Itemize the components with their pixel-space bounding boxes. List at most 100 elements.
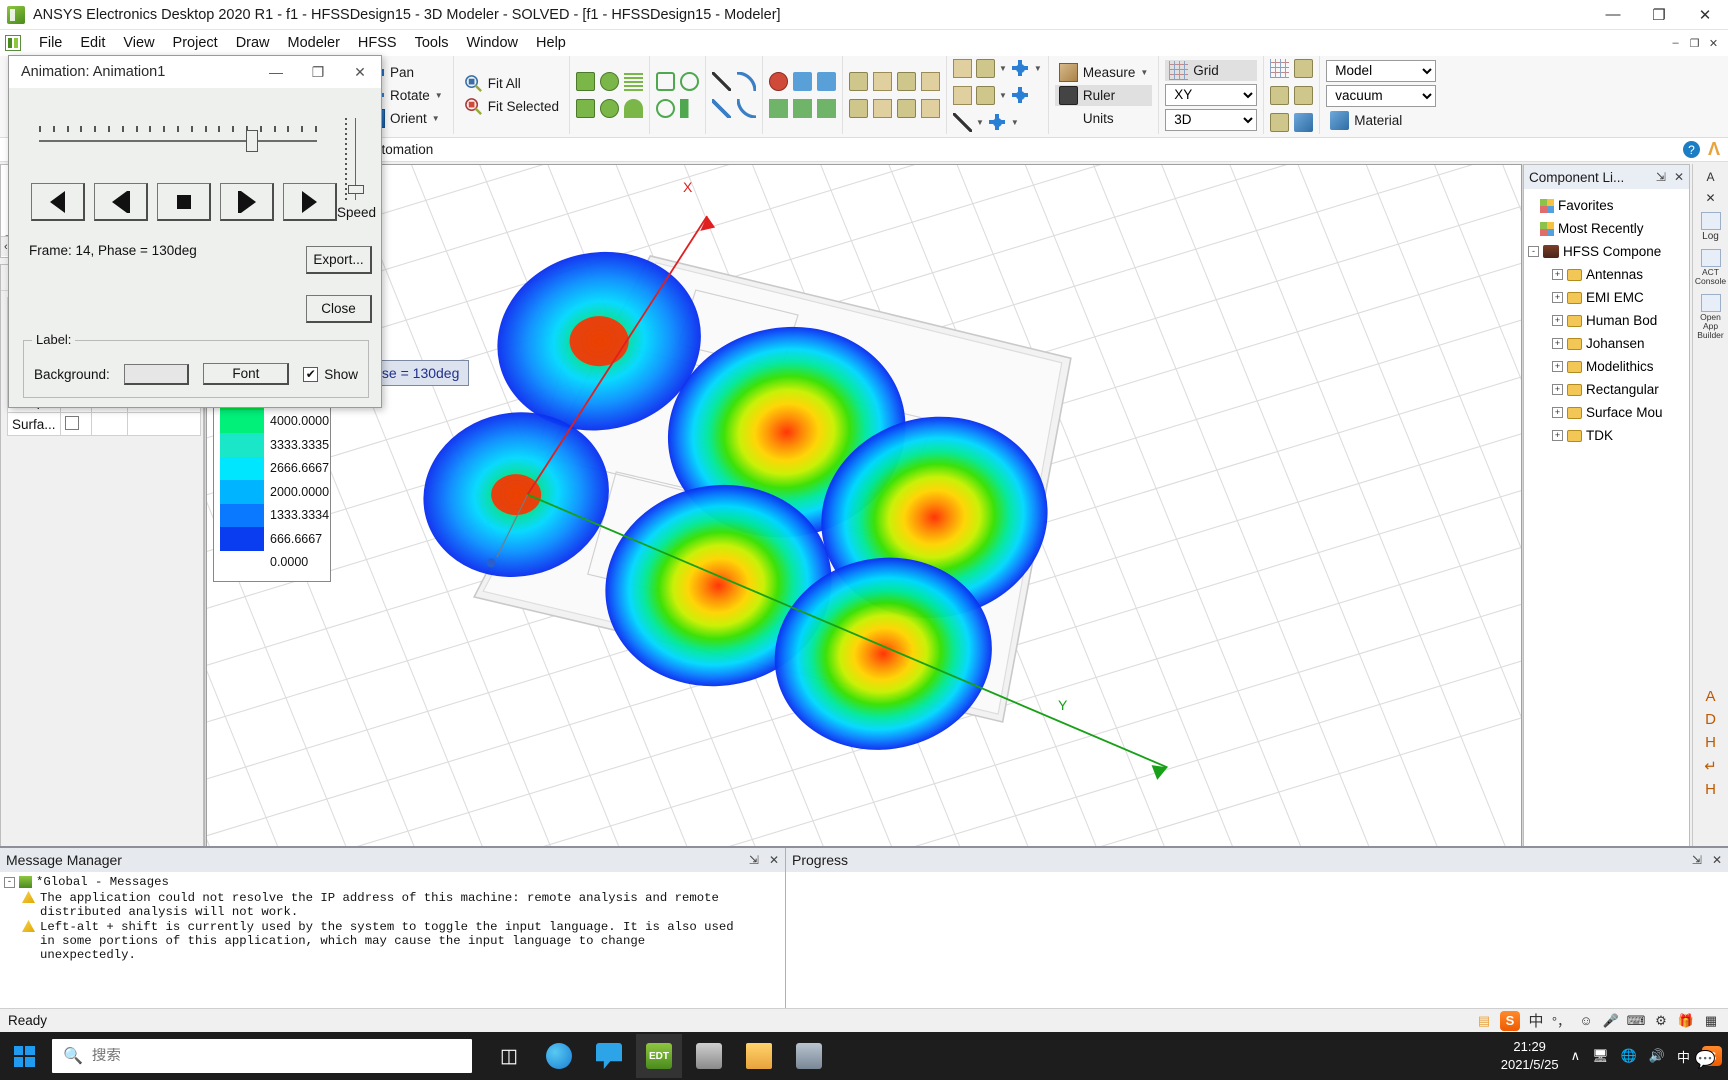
chevron-down-icon[interactable]: ▼ xyxy=(999,64,1007,73)
stop-button[interactable] xyxy=(157,183,211,221)
menu-draw[interactable]: Draw xyxy=(227,32,279,54)
cone-icon[interactable] xyxy=(600,72,619,91)
menu-help[interactable]: Help xyxy=(527,32,575,54)
task-view-button[interactable]: ◫ xyxy=(486,1034,532,1078)
maximize-button[interactable]: ❐ xyxy=(1636,0,1682,30)
speed-slider[interactable]: Speed xyxy=(337,118,376,220)
chevron-down-icon[interactable]: ▼ xyxy=(1034,64,1042,73)
toolbox-icon[interactable]: ⚙ xyxy=(1652,1012,1670,1030)
sidebar-button-act-console[interactable]: ACT Console xyxy=(1695,247,1726,289)
fillet-icon[interactable] xyxy=(953,85,972,105)
sphere-icon[interactable] xyxy=(600,99,619,118)
show-checkbox[interactable]: ✔ xyxy=(303,366,319,382)
font-button[interactable]: Font xyxy=(203,363,290,385)
line-icon[interactable] xyxy=(712,72,731,91)
grid-mode-select[interactable]: 3D xyxy=(1165,108,1258,131)
complib-item-johansen[interactable]: + Johansen xyxy=(1528,332,1685,355)
fit-selected-button[interactable]: Fit Selected xyxy=(460,96,563,117)
intersect-icon[interactable] xyxy=(817,72,836,91)
duplicate-icon[interactable] xyxy=(976,58,995,78)
ellipse-icon[interactable] xyxy=(680,72,699,91)
circle-icon[interactable] xyxy=(656,99,675,118)
network-icon[interactable]: 🌐 xyxy=(1621,1048,1637,1064)
search-input[interactable] xyxy=(91,1048,461,1064)
close-button[interactable]: ✕ xyxy=(1682,0,1728,30)
ime-lang-icon[interactable]: 中 xyxy=(1527,1012,1545,1030)
taskbar-app-chat[interactable] xyxy=(586,1034,632,1078)
mdi-close-button[interactable]: ✕ xyxy=(1705,35,1722,52)
expand-icon[interactable]: + xyxy=(1552,407,1563,418)
torus-icon[interactable] xyxy=(624,99,643,118)
complib-item-human-bod[interactable]: + Human Bod xyxy=(1528,309,1685,332)
ime-tray-icon[interactable]: 中 xyxy=(1677,1047,1690,1066)
chevron-down-icon[interactable]: ▼ xyxy=(432,114,440,123)
taskbar-app-explorer[interactable] xyxy=(736,1034,782,1078)
move-faces-icon[interactable] xyxy=(849,99,868,118)
expand-icon[interactable]: + xyxy=(1552,292,1563,303)
menu-hfss[interactable]: HFSS xyxy=(349,32,406,54)
message-global-node[interactable]: - *Global - Messages xyxy=(4,875,781,889)
detach-icon[interactable] xyxy=(921,72,940,91)
mirror-icon[interactable] xyxy=(976,85,995,105)
message-list[interactable]: - *Global - Messages The application cou… xyxy=(0,872,785,1008)
frame-slider[interactable] xyxy=(39,126,317,152)
offset-icon[interactable] xyxy=(953,112,972,132)
show-checkbox-wrap[interactable]: ✔ Show xyxy=(303,366,358,382)
menu-edit[interactable]: Edit xyxy=(71,32,114,54)
cover-lines-icon[interactable] xyxy=(873,72,892,91)
background-color-swatch[interactable] xyxy=(123,363,190,385)
play-reverse-button[interactable] xyxy=(31,183,85,221)
material-select[interactable]: vacuum xyxy=(1326,84,1437,107)
checkbox-icon[interactable] xyxy=(64,415,79,430)
microphone-icon[interactable]: 🎤 xyxy=(1602,1012,1620,1030)
taskbar-app-tool[interactable] xyxy=(686,1034,732,1078)
view-side-icon[interactable] xyxy=(1294,85,1314,105)
frame-slider-thumb[interactable] xyxy=(246,130,258,152)
taskbar-app-modeler[interactable] xyxy=(786,1034,832,1078)
menu-tools[interactable]: Tools xyxy=(406,32,458,54)
thicken-icon[interactable] xyxy=(897,72,916,91)
material-button[interactable]: Material xyxy=(1326,110,1436,131)
cylinder-icon[interactable] xyxy=(576,99,595,118)
rectangle-icon[interactable] xyxy=(656,72,675,91)
minimize-button[interactable]: — xyxy=(255,56,297,88)
message-row[interactable]: The application could not resolve the IP… xyxy=(4,891,781,919)
pin-icon[interactable]: ⇲ xyxy=(749,853,759,867)
speed-slider-thumb[interactable] xyxy=(347,185,364,194)
sidebar-button-open-app-builder[interactable]: Open App Builder xyxy=(1696,292,1726,343)
start-button[interactable] xyxy=(0,1032,48,1080)
box-icon[interactable] xyxy=(576,72,595,91)
fit-all-button[interactable]: Fit All xyxy=(460,73,563,94)
ruler-button[interactable]: Ruler xyxy=(1054,84,1153,106)
wrap-icon[interactable] xyxy=(897,99,916,118)
step-forward-button[interactable] xyxy=(220,183,274,221)
emoji-icon[interactable]: ☺ xyxy=(1577,1012,1595,1030)
close-dialog-button[interactable]: Close xyxy=(306,295,372,323)
export-button[interactable]: Export... xyxy=(306,246,372,274)
component-library-tree[interactable]: Favorites Most Recently - HFSS Compone + Ante… xyxy=(1524,189,1689,873)
table-row[interactable]: Surfa... xyxy=(7,412,201,436)
chevron-up-icon[interactable]: ∧ xyxy=(1571,1048,1581,1064)
view-top-icon[interactable] xyxy=(1270,85,1290,105)
subtract-icon[interactable] xyxy=(769,72,788,91)
taskbar-app-edt[interactable]: EDT xyxy=(636,1034,682,1078)
complib-item-tdk[interactable]: + TDK xyxy=(1528,424,1685,447)
close-icon[interactable]: ✕ xyxy=(769,853,779,867)
complib-item-most-recently[interactable]: Most Recently xyxy=(1528,217,1685,240)
chevron-down-icon[interactable]: ▼ xyxy=(1140,68,1148,77)
split-icon[interactable] xyxy=(769,99,788,118)
connect-icon[interactable] xyxy=(921,99,940,118)
complib-item-surface-mou[interactable]: + Surface Mou xyxy=(1528,401,1685,424)
monitor-icon[interactable]: 🖥 xyxy=(1592,1048,1609,1064)
arc-icon[interactable] xyxy=(737,72,756,91)
expand-icon[interactable]: + xyxy=(1552,338,1563,349)
speed-slider-track[interactable] xyxy=(344,118,364,200)
volume-icon[interactable]: 🔊 xyxy=(1649,1048,1665,1064)
expand-icon[interactable]: + xyxy=(1552,430,1563,441)
expand-icon[interactable]: + xyxy=(1552,384,1563,395)
message-row[interactable]: Left-alt + shift is currently used by th… xyxy=(4,920,781,962)
helix-icon[interactable] xyxy=(624,72,643,91)
expand-icon[interactable]: - xyxy=(4,876,15,888)
minimize-button[interactable]: — xyxy=(1590,0,1636,30)
section-icon[interactable] xyxy=(793,99,812,118)
